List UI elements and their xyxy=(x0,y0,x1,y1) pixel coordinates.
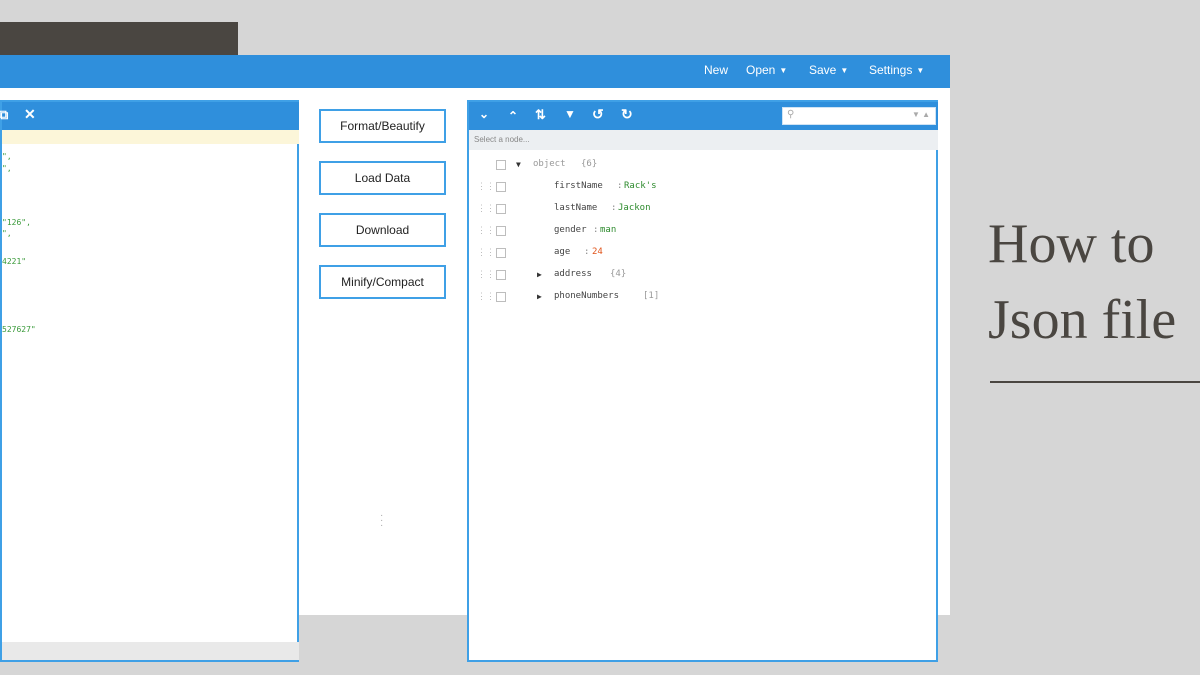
row-checkbox[interactable] xyxy=(496,160,506,170)
node-count: {4} xyxy=(610,269,627,279)
drag-handle-icon[interactable]: ⋮⋮ xyxy=(477,248,495,258)
article-title-line-2: Json file xyxy=(988,289,1177,351)
drag-handle-icon[interactable]: ⋮⋮ xyxy=(477,204,495,214)
row-checkbox[interactable] xyxy=(496,226,506,236)
format-beautify-button[interactable]: Format/Beautify xyxy=(319,109,446,143)
node-key: lastName xyxy=(554,203,598,213)
menu-save-label: Save xyxy=(809,63,837,77)
minify-compact-button[interactable]: Minify/Compact xyxy=(319,265,446,299)
active-line-highlight xyxy=(2,130,299,144)
article-title-line-1: How to xyxy=(988,213,1155,275)
panel-splitter-handle[interactable]: · · · xyxy=(380,511,383,531)
node-value[interactable]: Jackon xyxy=(618,203,651,213)
code-fragment: 4221" xyxy=(2,257,27,266)
drag-handle-icon[interactable]: ⋮⋮ xyxy=(477,292,495,302)
tree-editor-toolbar: ⌄ ⌃ ⇅ ▼ ↺ ↻ ⚲ ▼ ▲ xyxy=(469,102,938,130)
code-fragment: "126", xyxy=(2,218,31,227)
copy-icon[interactable]: ⧉ xyxy=(0,107,8,123)
load-data-button[interactable]: Load Data xyxy=(319,161,446,195)
node-value[interactable]: man xyxy=(600,225,616,235)
menu-settings[interactable]: Settings ▼ xyxy=(869,63,924,77)
title-underline xyxy=(990,381,1200,383)
collapsed-arrow-icon[interactable]: ▶ xyxy=(537,292,542,301)
filter-icon[interactable]: ▼ xyxy=(564,107,576,121)
tree-row[interactable]: ⋮⋮ ▶ phoneNumbers [1] xyxy=(469,286,938,308)
code-fragment: ", xyxy=(2,164,12,173)
code-editor-toolbar: ⧉ ✕ xyxy=(0,102,299,130)
node-key: age xyxy=(554,247,571,257)
tree-editor-panel[interactable]: ⌄ ⌃ ⇅ ▼ ↺ ↻ ⚲ ▼ ▲ Select a node... ▼ obj… xyxy=(467,100,938,662)
menu-bar: New Open ▼ Save ▼ Settings ▼ xyxy=(0,55,950,88)
tree-row[interactable]: ⋮⋮ gender : man xyxy=(469,220,938,242)
caret-down-icon: ▼ xyxy=(840,66,849,75)
row-checkbox[interactable] xyxy=(496,182,506,192)
tree-row[interactable]: ⋮⋮ ▶ address {4} xyxy=(469,264,938,286)
key-value-separator: : xyxy=(611,203,617,213)
expanded-arrow-icon[interactable]: ▼ xyxy=(516,160,521,169)
node-key: phoneNumbers xyxy=(554,291,620,301)
tree-row[interactable]: ⋮⋮ firstName : Rack's xyxy=(469,176,938,198)
row-checkbox[interactable] xyxy=(496,270,506,280)
redo-icon[interactable]: ↻ xyxy=(621,106,633,123)
fullscreen-icon[interactable]: ✕ xyxy=(24,106,36,123)
node-key: object xyxy=(533,159,566,169)
key-value-separator: : xyxy=(593,225,599,235)
json-editor-app: New Open ▼ Save ▼ Settings ▼ ⧉ ✕ ", ", "126… xyxy=(0,55,950,662)
drag-handle-icon[interactable]: ⋮⋮ xyxy=(477,226,495,236)
menu-open-label: Open xyxy=(746,63,776,77)
tree-row[interactable]: ⋮⋮ lastName : Jackon xyxy=(469,198,938,220)
key-value-separator: : xyxy=(617,181,623,191)
code-editor-panel[interactable]: ⧉ ✕ ", ", "126", ", 4221" 527627" xyxy=(0,100,299,662)
code-fragment: ", xyxy=(2,229,12,238)
node-count: {6} xyxy=(581,159,598,169)
code-fragment: ", xyxy=(2,152,12,161)
menu-new[interactable]: New xyxy=(704,63,728,77)
tree-search-input[interactable]: ⚲ ▼ ▲ xyxy=(782,107,936,125)
drag-handle-icon[interactable]: ⋮⋮ xyxy=(477,182,495,192)
code-editor-status-bar xyxy=(2,642,299,660)
menu-settings-label: Settings xyxy=(869,63,913,77)
menu-save[interactable]: Save ▼ xyxy=(809,63,848,77)
sort-icon[interactable]: ⇅ xyxy=(535,107,546,123)
key-value-separator: : xyxy=(584,247,590,257)
tree-row-root[interactable]: ▼ object {6} xyxy=(469,154,938,176)
row-checkbox[interactable] xyxy=(496,204,506,214)
tree-row[interactable]: ⋮⋮ age : 24 xyxy=(469,242,938,264)
collapse-all-icon[interactable]: ⌃ xyxy=(508,109,518,123)
drag-handle-icon[interactable]: ⋮⋮ xyxy=(477,270,495,280)
undo-icon[interactable]: ↺ xyxy=(592,106,604,123)
node-key: gender xyxy=(554,225,587,235)
download-button[interactable]: Download xyxy=(319,213,446,247)
collapsed-arrow-icon[interactable]: ▶ xyxy=(537,270,542,279)
search-icon: ⚲ xyxy=(787,109,795,120)
code-fragment: 527627" xyxy=(2,325,36,334)
row-checkbox[interactable] xyxy=(496,292,506,302)
node-breadcrumb[interactable]: Select a node... xyxy=(469,130,938,150)
menu-open[interactable]: Open ▼ xyxy=(746,63,787,77)
node-key: address xyxy=(554,269,592,279)
node-count: [1] xyxy=(643,291,660,301)
node-value[interactable]: Rack's xyxy=(624,181,657,191)
caret-down-icon: ▼ xyxy=(779,66,788,75)
node-value[interactable]: 24 xyxy=(592,247,603,257)
breadcrumb-placeholder: Select a node... xyxy=(474,135,530,144)
expand-all-icon[interactable]: ⌄ xyxy=(479,107,489,121)
search-nav-arrows-icon[interactable]: ▼ ▲ xyxy=(912,110,930,119)
row-checkbox[interactable] xyxy=(496,248,506,258)
caret-down-icon: ▼ xyxy=(916,66,925,75)
node-key: firstName xyxy=(554,181,603,191)
